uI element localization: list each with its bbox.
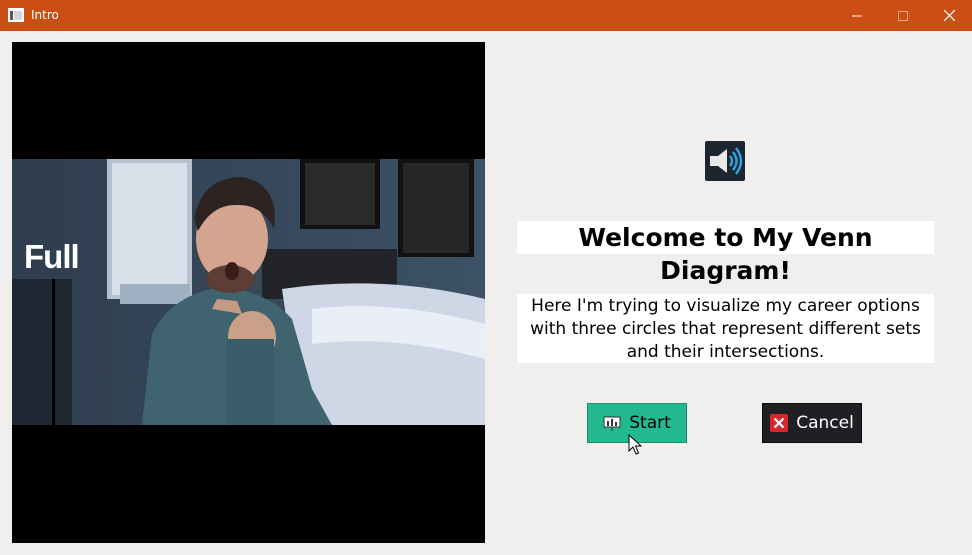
speaker-button[interactable] bbox=[705, 141, 745, 181]
intro-window: Intro Full Welcome to My Venn Diagram! H… bbox=[0, 0, 972, 555]
speaker-icon bbox=[710, 147, 743, 175]
title-bar[interactable]: Intro bbox=[0, 0, 972, 31]
video-frame bbox=[12, 159, 485, 425]
cancel-button[interactable]: Cancel bbox=[762, 403, 862, 443]
maximize-icon bbox=[898, 10, 908, 21]
minimize-button[interactable] bbox=[834, 0, 880, 31]
close-icon bbox=[943, 10, 955, 21]
video-overlay-text: Full bbox=[24, 238, 80, 275]
maximize-button[interactable] bbox=[880, 0, 926, 31]
video-player[interactable]: Full bbox=[12, 42, 485, 543]
welcome-heading: Welcome to My Venn Diagram! bbox=[517, 221, 934, 285]
description-text: Here I'm trying to visualize my career o… bbox=[517, 294, 934, 363]
window-title: Intro bbox=[31, 8, 59, 22]
start-button-label: Start bbox=[629, 413, 671, 433]
close-button[interactable] bbox=[926, 0, 972, 31]
cancel-icon bbox=[770, 414, 789, 432]
mouse-cursor-icon bbox=[628, 434, 642, 455]
minimize-icon bbox=[852, 15, 862, 16]
presentation-icon bbox=[603, 414, 621, 432]
app-icon bbox=[8, 8, 24, 22]
cancel-button-label: Cancel bbox=[796, 413, 854, 433]
